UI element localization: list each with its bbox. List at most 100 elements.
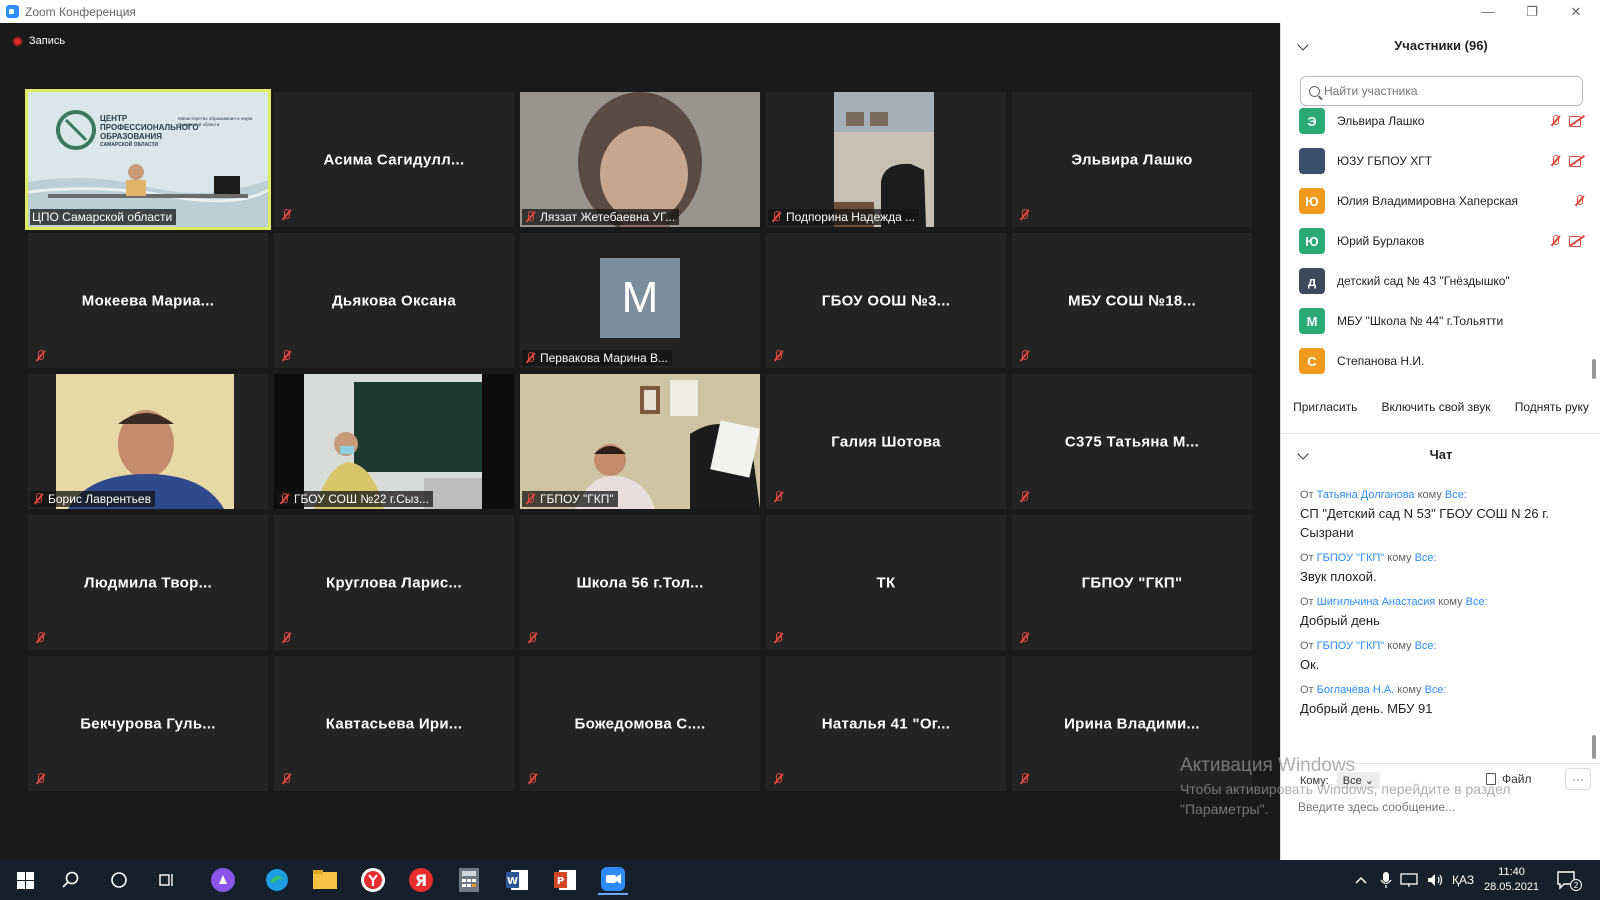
participant-item[interactable]: С Степанова Н.И. — [1299, 341, 1589, 381]
participant-item-name: МБУ "Школа № 44" г.Тольятти — [1337, 314, 1504, 328]
video-tile[interactable]: Наталья 41 "Ог... — [766, 656, 1006, 791]
network-icon[interactable] — [1400, 860, 1418, 900]
video-tile[interactable]: Борис Лаврентьев — [28, 374, 268, 509]
chat-collapse-chevron-icon[interactable] — [1297, 448, 1309, 460]
video-tile[interactable]: Эльвира Лашко — [1012, 92, 1252, 227]
participant-avatar: М — [600, 258, 680, 338]
video-tile[interactable]: ЦЕНТР ПРОФЕССИОНАЛЬНОГО ОБРАЗОВАНИЯ САМАРСК… — [25, 89, 271, 230]
search-icon[interactable] — [56, 865, 86, 895]
zoom-app-icon — [6, 5, 19, 18]
maximize-button[interactable]: ❐ — [1510, 0, 1554, 23]
window-titlebar: Zoom Конференция — ❐ ✕ — [0, 0, 1600, 23]
chat-recipient[interactable]: Все: — [1466, 596, 1488, 608]
video-tile[interactable]: Круглова Ларис... — [274, 515, 514, 650]
video-tile[interactable]: Божедомова С.... — [520, 656, 760, 791]
participant-item[interactable]: М МБУ "Школа № 44" г.Тольятти — [1299, 301, 1589, 341]
window-title: Zoom Конференция — [25, 4, 136, 19]
yandex-icon[interactable]: Я — [406, 865, 436, 895]
video-tile[interactable]: Мокеева Мариа... — [28, 233, 268, 368]
unmute-button[interactable]: Включить свой звук — [1376, 397, 1497, 417]
video-tile[interactable]: МБУ СОШ №18... — [1012, 233, 1252, 368]
video-tile[interactable]: Бекчурова Гуль... — [28, 656, 268, 791]
cortana-icon[interactable] — [104, 865, 134, 895]
file-button[interactable]: Файл — [1486, 772, 1532, 786]
microphone-icon[interactable] — [1380, 860, 1392, 900]
yandex-browser-icon[interactable] — [358, 865, 388, 895]
chat-sender[interactable]: ГБПОУ "ГКП" — [1317, 552, 1385, 564]
participant-item[interactable]: Ю Юрий Бурлаков — [1299, 221, 1589, 261]
minimize-button[interactable]: — — [1466, 0, 1510, 23]
participant-item[interactable]: Ю Юлия Владимировна Хаперская — [1299, 181, 1589, 221]
chat-sender[interactable]: ГБПОУ "ГКП" — [1317, 640, 1385, 652]
file-explorer-icon[interactable] — [310, 865, 340, 895]
video-tile[interactable]: Людмила Твор... — [28, 515, 268, 650]
participant-item[interactable]: ЮЗУ ГБПОУ ХГТ — [1299, 141, 1589, 181]
video-tile[interactable]: Подпорина Надежда ... — [766, 92, 1006, 227]
video-tile[interactable]: Галия Шотова — [766, 374, 1006, 509]
mic-muted-icon — [34, 632, 46, 644]
task-view-icon[interactable] — [152, 865, 182, 895]
chat-message: От ГБПОУ "ГКП" кому Все: Ок. — [1300, 639, 1580, 674]
participant-item[interactable]: Э Эльвира Лашко — [1299, 107, 1589, 141]
invite-button[interactable]: Пригласить — [1287, 397, 1363, 417]
participant-scrollbar[interactable] — [1592, 359, 1596, 379]
tray-expand-icon[interactable] — [1354, 860, 1368, 900]
chat-sender[interactable]: Татьяна Долганова — [1317, 489, 1415, 501]
zoom-taskbar-icon[interactable] — [598, 865, 628, 895]
chat-recipient[interactable]: Все: — [1415, 552, 1437, 564]
video-tile[interactable]: Дьякова Оксана — [274, 233, 514, 368]
chat-more-button[interactable]: ··· — [1565, 768, 1591, 790]
participant-label-text: Ляззат Жетебаевна УГ... — [540, 210, 676, 224]
chat-recipient[interactable]: Все: — [1445, 489, 1467, 501]
participant-name: Людмила Твор... — [84, 574, 212, 591]
video-tile[interactable]: ГБПОУ "ГКП" — [520, 374, 760, 509]
notification-center-icon[interactable]: 2 — [1556, 860, 1582, 900]
chat-message: От Шигильчина Анастасия кому Все: Добрый… — [1300, 595, 1580, 630]
video-tile[interactable]: М Первакова Марина В... — [520, 233, 760, 368]
video-tile[interactable]: Ирина Владими... — [1012, 656, 1252, 791]
language-indicator[interactable]: ҚАЗ — [1452, 860, 1474, 900]
record-icon — [12, 35, 23, 47]
volume-icon[interactable] — [1426, 860, 1444, 900]
chat-sender[interactable]: Боглачёва Н.А. — [1317, 684, 1395, 696]
participant-avatar — [1299, 148, 1325, 174]
word-icon[interactable]: W — [502, 865, 532, 895]
chat-scrollbar[interactable] — [1592, 735, 1596, 759]
video-tile[interactable]: Кавтасьева Ири... — [274, 656, 514, 791]
edge-browser-icon[interactable] — [262, 865, 292, 895]
video-tile[interactable]: ГБПОУ "ГКП" — [1012, 515, 1252, 650]
recording-indicator[interactable]: Запись — [12, 35, 65, 47]
chat-message-text: Добрый день — [1300, 613, 1380, 628]
video-tile[interactable]: С375 Татьяна М... — [1012, 374, 1252, 509]
video-tile[interactable]: Школа 56 г.Тол... — [520, 515, 760, 650]
participant-item[interactable]: д детский сад № 43 "Гнёздышко" — [1299, 261, 1589, 301]
participant-name: Наталья 41 "Ог... — [821, 715, 951, 732]
video-tile[interactable]: ТК — [766, 515, 1006, 650]
clock[interactable]: 11:40 28.05.2021 — [1484, 865, 1539, 895]
windows-start-icon[interactable] — [10, 865, 40, 895]
alice-assistant-icon[interactable] — [208, 865, 238, 895]
participant-search[interactable] — [1300, 76, 1583, 106]
participant-search-input[interactable] — [1324, 84, 1574, 98]
chat-sender[interactable]: Шигильчина Анастасия — [1317, 596, 1436, 608]
video-tile[interactable]: ГБОУ ООШ №3... — [766, 233, 1006, 368]
video-tile[interactable]: Ляззат Жетебаевна УГ... — [520, 92, 760, 227]
participant-label-text: Первакова Марина В... — [540, 351, 669, 365]
participant-avatar: С — [1299, 348, 1325, 374]
calculator-icon[interactable] — [454, 865, 484, 895]
raise-hand-button[interactable]: Поднять руку — [1509, 397, 1595, 417]
video-tile[interactable]: ГБОУ СОШ №22 г.Сыз... — [274, 374, 514, 509]
collapse-chevron-icon[interactable] — [1297, 39, 1309, 51]
chat-message-input[interactable] — [1298, 800, 1578, 814]
powerpoint-icon[interactable]: P — [550, 865, 580, 895]
chat-recipient[interactable]: Все: — [1425, 684, 1447, 696]
search-icon — [1309, 85, 1320, 97]
participant-name: Асима Сагидулл... — [323, 151, 465, 168]
chat-messages: От Татьяна Долганова кому Все: СП "Детск… — [1300, 488, 1580, 727]
recipient-select[interactable]: Все ⌄ — [1336, 772, 1381, 789]
close-button[interactable]: ✕ — [1554, 0, 1598, 23]
chat-compose: Кому: Все ⌄ Файл ··· — [1281, 763, 1600, 860]
video-tile[interactable]: Асима Сагидулл... — [274, 92, 514, 227]
chat-recipient[interactable]: Все: — [1415, 640, 1437, 652]
mic-muted-icon — [770, 211, 782, 223]
